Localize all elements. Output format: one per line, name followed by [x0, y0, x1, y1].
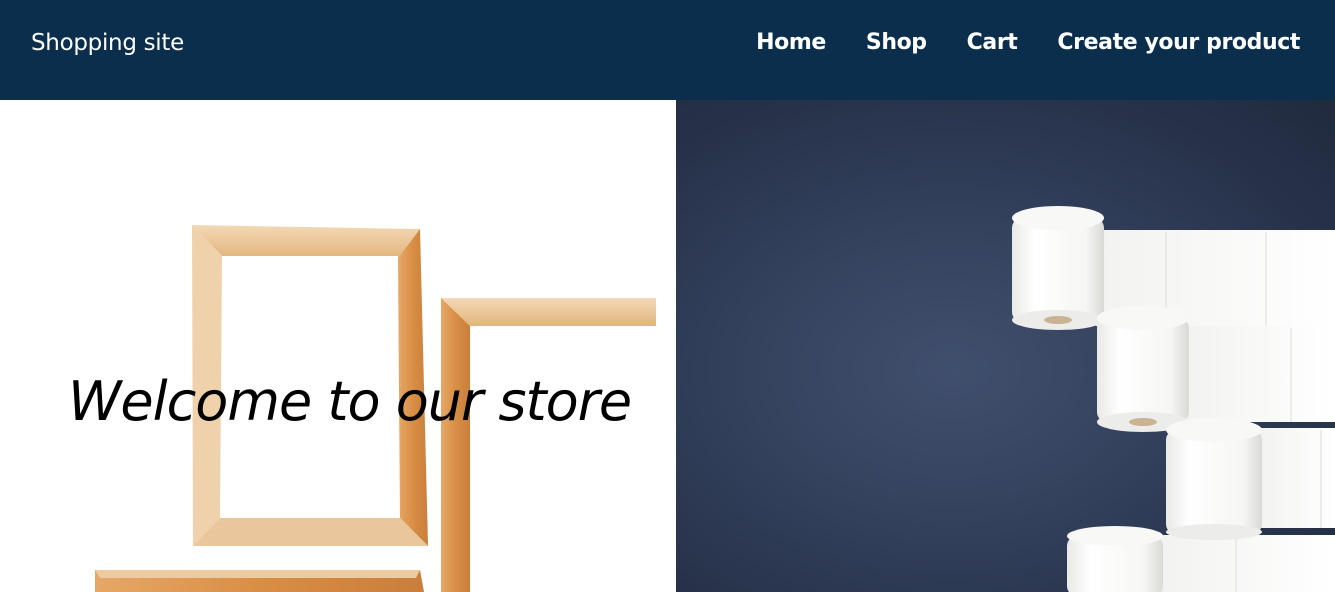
paper-roll-one — [1012, 206, 1104, 330]
navbar: Shopping site Home Shop Cart Create your… — [0, 0, 1335, 100]
hero-section: Welcome to our store — [0, 100, 1335, 592]
frame-three — [95, 570, 424, 592]
nav-create-product-link[interactable]: Create your product — [1057, 30, 1300, 55]
hero-left-panel: Welcome to our store — [0, 100, 676, 592]
toilet-paper-rolls-image — [1012, 206, 1335, 592]
wooden-frames-image — [95, 225, 656, 592]
hero-right-panel — [676, 100, 1335, 592]
paper-roll-four — [1067, 526, 1163, 592]
nav-shop-link[interactable]: Shop — [866, 30, 927, 55]
paper-roll-two — [1097, 306, 1189, 432]
frame-two — [441, 298, 656, 592]
nav-home-link[interactable]: Home — [756, 30, 826, 55]
brand-link[interactable]: Shopping site — [31, 30, 184, 56]
nav-links: Home Shop Cart Create your product — [756, 30, 1300, 55]
paper-roll-three — [1166, 418, 1262, 540]
welcome-heading: Welcome to our store — [68, 370, 632, 433]
nav-cart-link[interactable]: Cart — [967, 30, 1018, 55]
